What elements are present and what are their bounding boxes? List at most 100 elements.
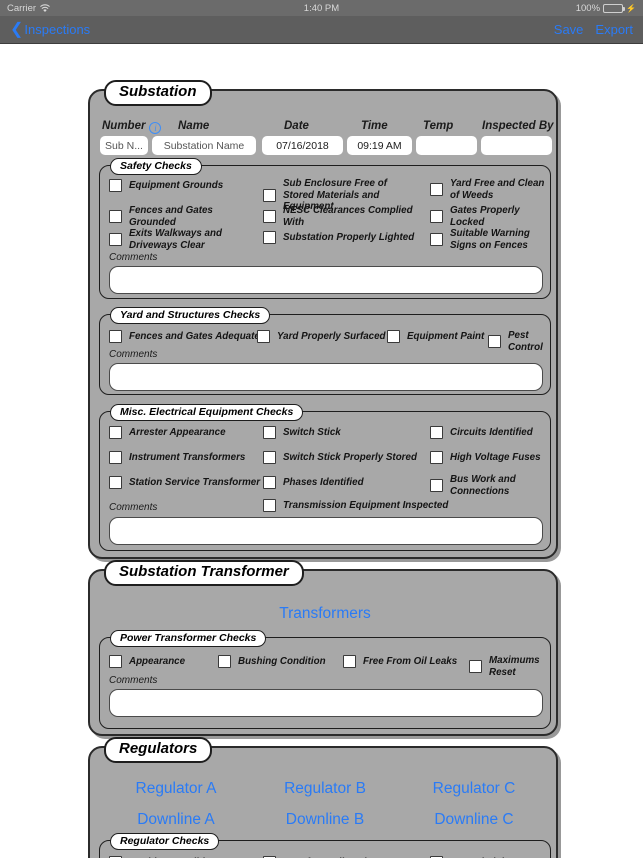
field-label-date: Date (284, 120, 309, 132)
regulator-a-link[interactable]: Regulator A (102, 780, 250, 798)
checkbox-box[interactable] (387, 330, 400, 343)
misc-comments-label: Comments (109, 502, 158, 513)
regulator-c-link[interactable]: Regulator C (400, 780, 548, 798)
navigation-bar-actions: Save Export (554, 22, 633, 37)
checkbox-box[interactable] (109, 233, 122, 247)
checkbox-high-voltage-fuses[interactable]: High Voltage Fuses (430, 451, 541, 464)
checkbox-box[interactable] (109, 179, 122, 192)
checkbox-box[interactable] (263, 451, 276, 464)
downline-b-link[interactable]: Downline B (251, 811, 399, 829)
misc-electrical-checks-title: Misc. Electrical Equipment Checks (110, 404, 304, 422)
form-scroll-area[interactable]: Substation Number i Name Date Time Temp I… (0, 44, 643, 858)
power-transformer-checks-subsection: Power Transformer Checks Appearance Bush… (99, 630, 551, 729)
checkbox-maximums-reset[interactable]: Maximums Reset (469, 655, 550, 678)
checkbox-substation-properly-lighted[interactable]: Substation Properly Lighted (263, 231, 423, 244)
downline-c-link[interactable]: Downline C (400, 811, 548, 829)
checkbox-equipment-paint[interactable]: Equipment Paint (387, 330, 484, 343)
checkbox-switch-stick-properly-stored[interactable]: Switch Stick Properly Stored (263, 451, 417, 464)
checkbox-station-service-transformer[interactable]: Station Service Transformer (109, 476, 260, 489)
checkbox-nesc-clearances-complied-with[interactable]: NESC Clearances Complied With (263, 205, 428, 228)
checkbox-box[interactable] (430, 426, 443, 439)
checkbox-box[interactable] (430, 183, 443, 197)
info-circle-icon[interactable]: i (149, 122, 162, 134)
save-button[interactable]: Save (554, 22, 584, 37)
safety-comments-input[interactable] (109, 266, 543, 294)
yard-structures-checks-subsection: Yard and Structures Checks Fences and Ga… (99, 307, 551, 395)
checkbox-label: Arrester Appearance (129, 426, 226, 438)
checkbox-label: Station Service Transformer (129, 476, 261, 488)
power-transformer-comments-input[interactable] (109, 689, 543, 717)
checkbox-equipment-grounds[interactable]: Equipment Grounds (109, 179, 259, 192)
checkbox-box[interactable] (430, 451, 443, 464)
yard-comments-input[interactable] (109, 363, 543, 391)
power-transformer-comments-label: Comments (109, 675, 158, 686)
checkbox-label: Appearance (129, 655, 186, 667)
checkbox-arrester-appearance[interactable]: Arrester Appearance (109, 426, 226, 439)
checkbox-box[interactable] (469, 660, 482, 674)
checkbox-yard-free-and-clean-of-weeds[interactable]: Yard Free and Clean of Weeds (430, 178, 552, 201)
downline-a-link[interactable]: Downline A (102, 811, 250, 829)
checkbox-bus-work-and-connections[interactable]: Bus Work and Connections (430, 474, 552, 497)
checkbox-box[interactable] (430, 233, 443, 247)
checkbox-box[interactable] (488, 335, 501, 349)
checkbox-label: Transmission Equipment Inspected (283, 499, 449, 511)
checkbox-box[interactable] (263, 210, 276, 224)
checkbox-box[interactable] (263, 188, 276, 202)
checkbox-label: Gates Properly Locked (450, 205, 520, 228)
back-button[interactable]: ❮ Inspections (10, 21, 91, 38)
substation-name-input[interactable]: Substation Name (152, 136, 256, 155)
checkbox-instrument-transformers[interactable]: Instrument Transformers (109, 451, 245, 464)
transformers-link[interactable]: Transformers (90, 605, 560, 623)
checkbox-box[interactable] (218, 655, 231, 668)
checkbox-box[interactable] (109, 210, 122, 224)
substation-number-input[interactable]: Sub N... (100, 136, 148, 155)
inspected-by-input[interactable] (481, 136, 552, 155)
checkbox-box[interactable] (109, 655, 122, 668)
checkbox-box[interactable] (343, 655, 356, 668)
checkbox-box[interactable] (109, 476, 122, 489)
checkbox-phases-identified[interactable]: Phases Identified (263, 476, 364, 489)
checkbox-label: Switch Stick Properly Stored (283, 451, 417, 463)
checkbox-appearance[interactable]: Appearance (109, 655, 185, 668)
checkbox-circuits-identified[interactable]: Circuits Identified (430, 426, 533, 439)
checkbox-fences-and-gates-adequate[interactable]: Fences and Gates Adequate (109, 330, 260, 343)
checkbox-switch-stick[interactable]: Switch Stick (263, 426, 341, 439)
checkbox-bushing-condition[interactable]: Bushing Condition (218, 655, 326, 668)
checkbox-box[interactable] (263, 231, 276, 244)
time-input[interactable]: 09:19 AM (347, 136, 412, 155)
checkbox-gates-properly-locked[interactable]: Gates Properly Locked (430, 205, 552, 228)
checkbox-label: NESC Clearances Complied With (283, 205, 413, 228)
temp-input[interactable] (416, 136, 477, 155)
checkbox-suitable-warning-signs-on-fences[interactable]: Suitable Warning Signs on Fences (430, 228, 552, 251)
regulator-b-link[interactable]: Regulator B (251, 780, 399, 798)
safety-checks-subsection: Safety Checks Equipment Grounds Fences a… (99, 158, 552, 299)
checkbox-box[interactable] (430, 210, 443, 224)
checkbox-free-from-oil-leaks[interactable]: Free From Oil Leaks (343, 655, 457, 668)
date-input[interactable]: 07/16/2018 (262, 136, 343, 155)
status-bar-left: Carrier (7, 3, 50, 14)
substation-section-title: Substation (104, 80, 212, 106)
checkbox-box[interactable] (257, 330, 270, 343)
checkbox-box[interactable] (430, 479, 443, 493)
battery-icon (603, 3, 626, 13)
checkbox-box[interactable] (263, 426, 276, 439)
checkbox-box[interactable] (263, 499, 276, 512)
checkbox-box[interactable] (109, 330, 122, 343)
checkbox-transmission-equipment-inspected[interactable]: Transmission Equipment Inspected (263, 499, 448, 512)
checkbox-box[interactable] (263, 476, 276, 489)
checkbox-fences-and-gates-grounded[interactable]: Fences and Gates Grounded (109, 205, 259, 228)
checkbox-label: Free From Oil Leaks (363, 655, 458, 667)
field-label-number: Number i (102, 120, 162, 134)
checkbox-box[interactable] (109, 426, 122, 439)
checkbox-exits-walkways-and-driveways-clear[interactable]: Exits Walkways and Driveways Clear (109, 228, 259, 251)
checkbox-label: Yard Free and Clean of Weeds (450, 178, 545, 201)
checkbox-yard-properly-surfaced[interactable]: Yard Properly Surfaced (257, 330, 386, 343)
misc-comments-input[interactable] (109, 517, 543, 545)
field-label-temp: Temp (423, 120, 454, 132)
back-button-label: Inspections (24, 22, 91, 37)
checkbox-pest-control[interactable]: Pest Control (488, 330, 550, 353)
checkbox-box[interactable] (109, 451, 122, 464)
yard-comments-label: Comments (109, 349, 158, 360)
export-button[interactable]: Export (595, 22, 633, 37)
checkbox-label: Bushing Condition (238, 655, 326, 667)
